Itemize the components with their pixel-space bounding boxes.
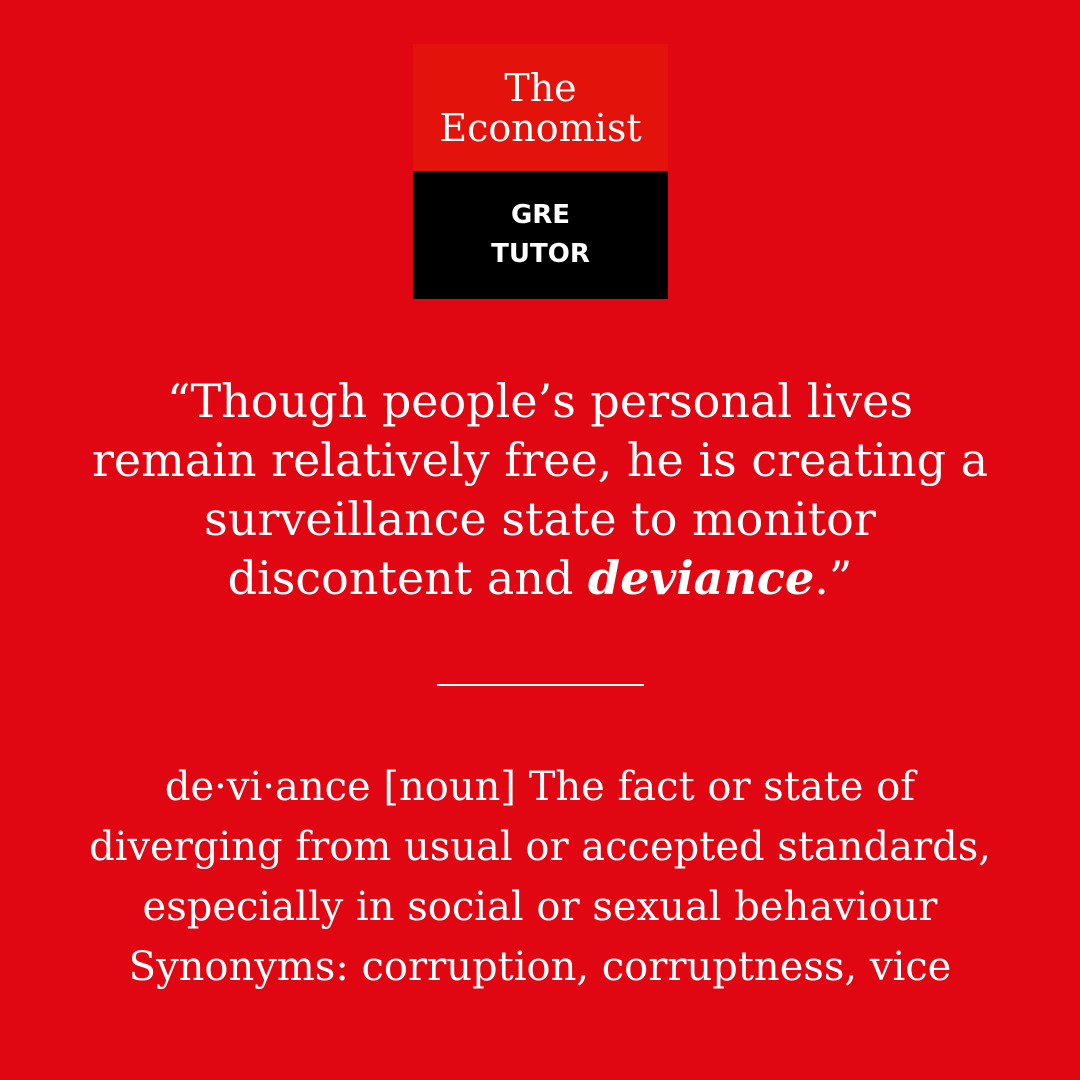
logo-product-line-2: TUTOR bbox=[491, 239, 590, 269]
highlighted-word: deviance bbox=[588, 551, 815, 605]
example-quote: “Though people’s personal lives remain r… bbox=[40, 372, 1040, 608]
definition-line-2: diverging from usual or accepted standar… bbox=[89, 824, 991, 870]
quote-line-3: surveillance state to monitor bbox=[204, 492, 876, 546]
logo-brand-line-2: Economist bbox=[439, 105, 642, 150]
logo-brand-block: The Economist bbox=[413, 44, 668, 171]
synonyms-line: Synonyms: corruption, corruptness, vice bbox=[128, 944, 952, 990]
quote-line-4-prefix: discontent and bbox=[227, 551, 589, 605]
logo-brand-line-1: The bbox=[504, 65, 577, 110]
definition-line-1: de·vi·ance [noun] The fact or state of bbox=[164, 764, 916, 810]
quote-line-2: remain relatively free, he is creating a bbox=[91, 433, 989, 487]
quote-line-4: discontent and deviance.” bbox=[40, 549, 1040, 608]
definition-line-3: especially in social or sexual behaviour bbox=[142, 884, 938, 930]
economist-logo: The Economist GRE TUTOR bbox=[413, 44, 668, 299]
quote-line-1: “Though people’s personal lives bbox=[166, 374, 914, 428]
logo-product-block: GRE TUTOR bbox=[413, 171, 668, 299]
word-definition: de·vi·ance [noun] The fact or state of d… bbox=[20, 757, 1060, 997]
logo-product-line-1: GRE bbox=[510, 200, 571, 230]
divider bbox=[437, 684, 644, 686]
quote-line-4-suffix: .” bbox=[814, 551, 853, 605]
